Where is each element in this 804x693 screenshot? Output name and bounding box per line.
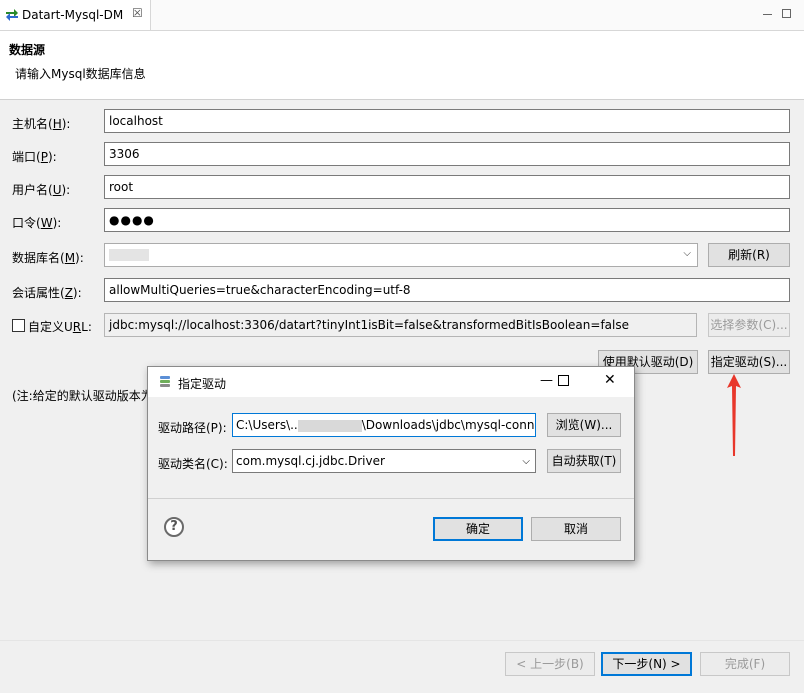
- finish-button[interactable]: 完成(F): [700, 652, 790, 676]
- driver-class-select[interactable]: com.mysql.cj.jdbc.Driver ⌵: [232, 449, 536, 473]
- password-label: 口令(W):: [12, 216, 62, 230]
- wizard-header: 数据源 请输入Mysql数据库信息: [0, 31, 804, 100]
- select-params-button[interactable]: 选择参数(C)...: [708, 313, 790, 337]
- port-input[interactable]: 3306: [104, 142, 790, 166]
- session-properties-input[interactable]: allowMultiQueries=true&characterEncoding…: [104, 278, 790, 302]
- username-label: 用户名(U):: [12, 183, 71, 197]
- dialog-title: 指定驱动: [178, 377, 227, 391]
- session-label: 会话属性(Z):: [12, 286, 82, 300]
- custom-url-label: 自定义URL:: [28, 320, 92, 334]
- password-input[interactable]: ●●●●: [104, 208, 790, 232]
- tab-title: Datart-Mysql-DM: [22, 8, 124, 22]
- maximize-icon[interactable]: [782, 9, 791, 18]
- dialog-title-bar: 指定驱动 — ✕: [148, 367, 634, 397]
- redacted-segment: [297, 419, 362, 432]
- host-input[interactable]: localhost: [104, 109, 790, 133]
- username-input[interactable]: root: [104, 175, 790, 199]
- ok-button[interactable]: 确定: [433, 517, 523, 541]
- dialog-minimize-icon[interactable]: —: [540, 373, 553, 388]
- page-description: 请输入Mysql数据库信息: [15, 67, 146, 81]
- browse-button[interactable]: 浏览(W)...: [547, 413, 621, 437]
- tab-datart-mysql-dm[interactable]: Datart-Mysql-DM ☒: [0, 0, 151, 30]
- cancel-button[interactable]: 取消: [531, 517, 621, 541]
- host-label: 主机名(H):: [12, 117, 71, 131]
- back-button[interactable]: < 上一步(B): [505, 652, 595, 676]
- database-value: [109, 249, 149, 261]
- dialog-maximize-icon[interactable]: [558, 375, 569, 386]
- custom-url-checkbox[interactable]: [12, 319, 25, 332]
- next-button[interactable]: 下一步(N) >: [601, 652, 692, 676]
- refresh-button[interactable]: 刷新(R): [708, 243, 790, 267]
- dialog-divider: [148, 498, 634, 499]
- port-label: 端口(P):: [12, 150, 57, 164]
- specify-driver-button[interactable]: 指定驱动(S)...: [708, 350, 790, 374]
- database-select[interactable]: ⌵: [104, 243, 698, 267]
- custom-url-input[interactable]: jdbc:mysql://localhost:3306/datart?tinyI…: [104, 313, 697, 337]
- chevron-down-icon[interactable]: ⌵: [683, 248, 691, 259]
- driver-path-prefix: C:\Users\..: [236, 418, 298, 432]
- help-icon[interactable]: ?: [164, 517, 184, 537]
- driver-class-value: com.mysql.cj.jdbc.Driver: [236, 454, 385, 468]
- driver-path-label: 驱动路径(P):: [158, 421, 227, 435]
- bottom-divider: [0, 640, 804, 641]
- annotation-arrow-icon: [727, 374, 741, 456]
- database-driver-icon: [160, 376, 170, 387]
- datasource-icon: [6, 9, 18, 21]
- driver-path-input[interactable]: C:\Users\.. \Downloads\jdbc\mysql-conne: [232, 413, 536, 437]
- database-label: 数据库名(M):: [12, 251, 84, 265]
- minimize-icon[interactable]: [763, 14, 772, 15]
- driver-class-label: 驱动类名(C):: [158, 457, 228, 471]
- close-icon[interactable]: ☒: [132, 6, 143, 20]
- editor-tab-bar: Datart-Mysql-DM ☒: [0, 0, 804, 31]
- chevron-down-icon[interactable]: ⌵: [522, 454, 530, 470]
- specify-driver-dialog: 指定驱动 — ✕ 驱动路径(P): C:\Users\.. \Downloads\…: [147, 366, 635, 561]
- dialog-close-icon[interactable]: ✕: [604, 372, 616, 388]
- driver-note: (注:给定的默认驱动版本为: [12, 389, 153, 403]
- driver-path-suffix: \Downloads\jdbc\mysql-conne: [361, 418, 536, 432]
- auto-fetch-button[interactable]: 自动获取(T): [547, 449, 621, 473]
- page-title: 数据源: [9, 43, 46, 57]
